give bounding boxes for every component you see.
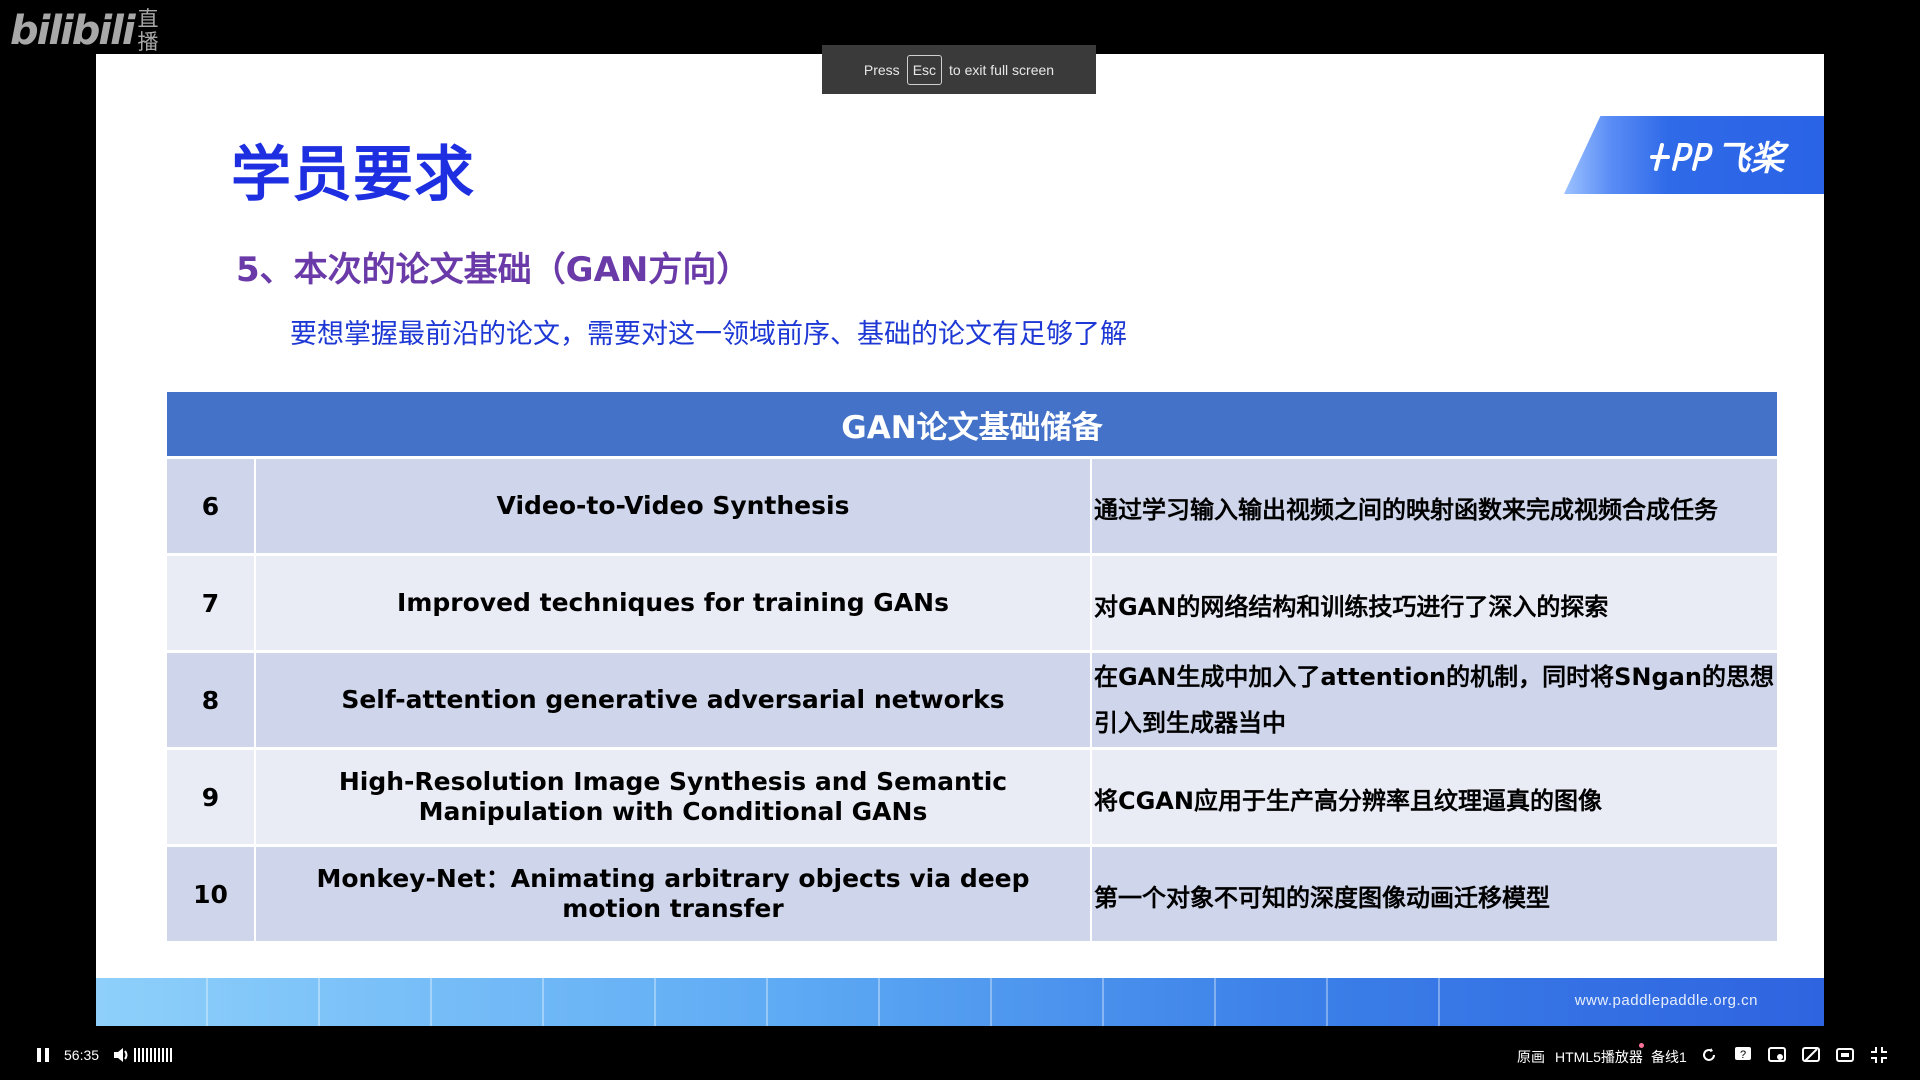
section-subtitle: 要想掌握最前沿的论文，需要对这一领域前序、基础的论文有足够了解 (290, 319, 1127, 350)
playback-time: 56:35 (64, 1047, 100, 1063)
footer-url: www.paddlepaddle.org.cn (1574, 992, 1758, 1009)
danmaku-off-icon (1802, 1047, 1820, 1062)
paper-description: 对GAN的网络结构和训练技巧进行了深入的探索 (1094, 593, 1609, 621)
paddle-logo-icon (1650, 143, 1713, 171)
row-number: 9 (167, 750, 256, 844)
refresh-button[interactable] (1700, 1046, 1718, 1064)
volume-control[interactable] (112, 1046, 172, 1064)
footer-segment (208, 978, 320, 1026)
footer-segment (992, 978, 1104, 1026)
paper-title: Self-attention generative adversarial ne… (256, 653, 1092, 747)
footer-segment (320, 978, 432, 1026)
paper-description: 第一个对象不可知的深度图像动画迁移模型 (1094, 884, 1550, 912)
row-number: 8 (167, 653, 256, 747)
tip-rest-text: to exit full screen (949, 61, 1055, 78)
tip-press-text: Press (863, 61, 900, 78)
fullscreen-exit-tip: Press Esc to exit full screen (822, 45, 1096, 94)
slide-title: 学员要求 (231, 140, 475, 210)
paper-description: 通过学习输入输出视频之间的映射函数来完成视频合成任务 (1094, 496, 1718, 524)
paper-title: Video-to-Video Synthesis (256, 459, 1092, 553)
paper-title: Improved techniques for training GANs (256, 556, 1092, 650)
table-row: 8 Self-attention generative adversarial … (167, 653, 1777, 750)
brand-name: 飞桨 (1716, 138, 1784, 179)
table-row: 7 Improved techniques for training GANs … (167, 556, 1777, 653)
paper-title: High-Resolution Image Synthesis and Sema… (256, 750, 1092, 844)
paddle-brand-banner: 飞桨 (1564, 116, 1824, 194)
pause-button[interactable] (34, 1046, 52, 1064)
table-header: GAN论文基础储备 (167, 392, 1777, 459)
feedback-icon: ? (1735, 1047, 1751, 1061)
footer-segment (768, 978, 880, 1026)
row-number: 10 (167, 847, 256, 941)
player-control-bar: 56:35 原画 HTML5播放器 备线1 ? (0, 1038, 1920, 1072)
esc-key-badge: Esc (906, 54, 943, 85)
danmaku-settings-button[interactable] (1768, 1046, 1786, 1064)
logo-live-label: 直 播 (138, 8, 159, 54)
footer-segment (880, 978, 992, 1026)
paper-description: 在GAN生成中加入了attention的机制，同时将SNgan的思想引入到生成器… (1094, 663, 1774, 737)
table-row: 6 Video-to-Video Synthesis 通过学习输入输出视频之间的… (167, 459, 1777, 556)
footer-segment (432, 978, 544, 1026)
section-heading: 5、本次的论文基础（GAN方向） (236, 250, 751, 290)
svg-text:?: ? (1740, 1049, 1746, 1061)
paper-title: Monkey-Net：Animating arbitrary objects v… (256, 847, 1092, 941)
presentation-slide: 学员要求 飞桨 5、本次的论文基础（GAN方向） 要想掌握最前沿的论文，需要对这… (96, 54, 1824, 1026)
table-row: 10 Monkey-Net：Animating arbitrary object… (167, 847, 1777, 944)
slide-footer-band: www.paddlepaddle.org.cn (96, 978, 1824, 1026)
refresh-icon (1703, 1048, 1715, 1061)
web-fullscreen-button[interactable] (1836, 1046, 1854, 1064)
bilibili-live-logo: bilibili 直 播 (10, 8, 159, 55)
table-row: 9 High-Resolution Image Synthesis and Se… (167, 750, 1777, 847)
footer-segment (96, 978, 208, 1026)
paper-table: GAN论文基础储备 6 Video-to-Video Synthesis 通过学… (167, 392, 1777, 944)
feedback-button[interactable]: ? (1734, 1046, 1752, 1064)
footer-segment (544, 978, 656, 1026)
logo-live-char-2: 播 (137, 30, 159, 54)
row-number: 6 (167, 459, 256, 553)
logo-live-char-1: 直 (137, 7, 159, 31)
quality-selector[interactable]: 原画 (1517, 1047, 1545, 1067)
row-number: 7 (167, 556, 256, 650)
exit-fullscreen-button[interactable] (1870, 1046, 1888, 1064)
line-selector[interactable]: 备线1 (1651, 1047, 1687, 1067)
footer-segment (1328, 978, 1440, 1026)
volume-icon (114, 1048, 128, 1062)
paper-description: 将CGAN应用于生产高分辨率且纹理逼真的图像 (1094, 787, 1602, 815)
exit-fullscreen-icon (1871, 1047, 1887, 1063)
danmaku-settings-icon (1768, 1047, 1786, 1062)
footer-segment (656, 978, 768, 1026)
footer-segment (1104, 978, 1216, 1026)
logo-wordmark: bilibili (10, 8, 136, 54)
player-type-selector[interactable]: HTML5播放器 (1555, 1047, 1643, 1067)
notification-dot (1639, 1043, 1644, 1048)
footer-segment (1216, 978, 1328, 1026)
danmaku-toggle-button[interactable] (1802, 1046, 1820, 1064)
volume-level-bars[interactable] (134, 1048, 172, 1062)
web-fullscreen-icon (1836, 1048, 1854, 1062)
pause-icon (37, 1048, 49, 1062)
